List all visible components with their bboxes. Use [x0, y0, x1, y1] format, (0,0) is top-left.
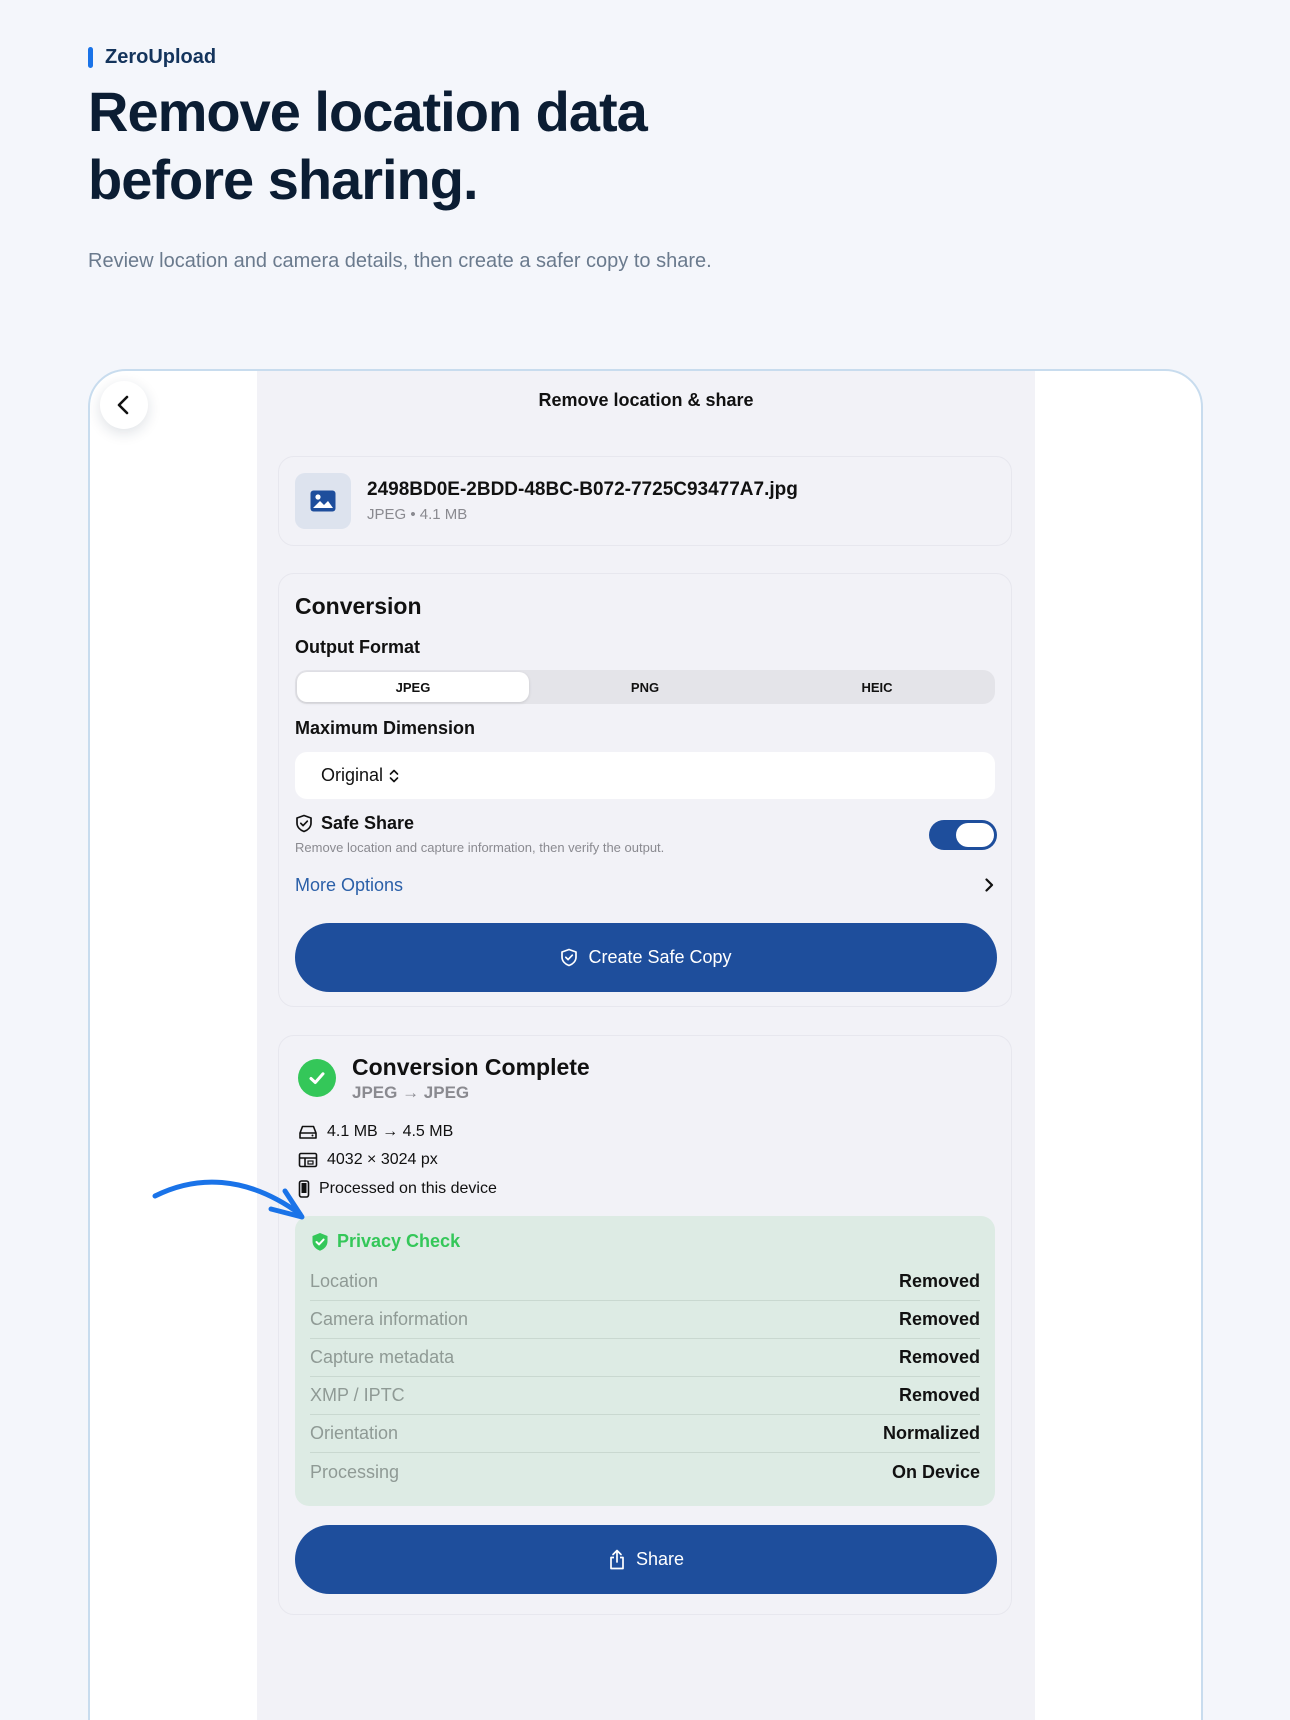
privacy-row-value: Removed	[898, 1271, 980, 1291]
shield-check-icon	[561, 948, 578, 967]
dimensions-icon	[298, 1152, 318, 1168]
size-change-text: 4.1 MB → 4.5 MB	[327, 1123, 454, 1140]
create-safe-copy-label: Create Safe Copy	[588, 947, 732, 967]
dimensions-text: 4032 × 3024 px	[327, 1151, 438, 1168]
image-icon	[310, 490, 336, 512]
share-button[interactable]: Share	[295, 1525, 997, 1594]
processed-row: Processed on this device	[298, 1180, 497, 1198]
device-frame: Remove location & share 2498BD0E-2BDD-48…	[88, 369, 1203, 1720]
brand-accent-bar	[88, 47, 93, 68]
chevron-up-down-icon	[389, 769, 399, 782]
shield-check-icon	[296, 814, 312, 833]
size-change-row: 4.1 MB → 4.5 MB	[298, 1123, 453, 1141]
app-screen: Remove location & share 2498BD0E-2BDD-48…	[257, 371, 1035, 1720]
conversion-complete-title: Conversion Complete	[352, 1054, 590, 1080]
privacy-row-key: Capture metadata	[310, 1347, 455, 1367]
privacy-row-camera: Camera information Removed	[310, 1301, 980, 1339]
format-option-jpeg[interactable]: JPEG	[297, 672, 529, 702]
chevron-right-icon	[985, 878, 994, 892]
max-dimension-value: Original	[321, 765, 384, 785]
privacy-row-location: Location Removed	[310, 1263, 980, 1301]
privacy-row-key: Processing	[310, 1461, 400, 1482]
success-badge	[298, 1059, 336, 1097]
drive-icon	[299, 1125, 317, 1139]
conversion-format-change: JPEG → JPEG	[352, 1083, 470, 1102]
processed-text: Processed on this device	[319, 1180, 497, 1197]
brand-name: ZeroUpload	[105, 46, 217, 68]
file-card: 2498BD0E-2BDD-48BC-B072-7725C93477A7.jpg…	[278, 456, 1012, 546]
arrow-annotation-icon	[152, 1179, 305, 1220]
safe-share-toggle[interactable]	[929, 820, 997, 850]
format-option-png[interactable]: PNG	[529, 672, 761, 702]
file-thumbnail	[295, 473, 351, 529]
privacy-row-key: Location	[310, 1271, 379, 1291]
privacy-row-value: Removed	[898, 1385, 980, 1405]
privacy-row-xmp: XMP / IPTC Removed	[310, 1377, 980, 1415]
share-label: Share	[635, 1549, 685, 1569]
toggle-knob	[956, 823, 994, 847]
safe-share-description: Remove location and capture information,…	[295, 840, 665, 855]
headline: Remove location data before sharing.	[88, 78, 848, 214]
privacy-row-key: Camera information	[310, 1309, 469, 1329]
create-safe-copy-button[interactable]: Create Safe Copy	[295, 923, 997, 992]
conversion-title: Conversion	[295, 593, 422, 619]
more-options-row[interactable]: More Options	[295, 873, 995, 897]
privacy-row-value: Removed	[898, 1309, 980, 1329]
checkmark-icon	[309, 1072, 325, 1084]
file-meta: JPEG • 4.1 MB	[367, 506, 468, 523]
privacy-row-key: XMP / IPTC	[310, 1385, 405, 1405]
max-dimension-label: Maximum Dimension	[295, 718, 476, 738]
subtitle: Review location and camera details, then…	[88, 250, 712, 272]
privacy-row-capture: Capture metadata Removed	[310, 1339, 980, 1377]
privacy-row-value: Normalized	[882, 1423, 980, 1443]
max-dimension-select[interactable]: Original	[295, 752, 995, 799]
more-options-label: More Options	[295, 874, 404, 895]
file-name: 2498BD0E-2BDD-48BC-B072-7725C93477A7.jpg	[367, 479, 798, 500]
privacy-row-key: Orientation	[310, 1423, 399, 1443]
safe-share-title: Safe Share	[321, 813, 415, 833]
brand: ZeroUpload	[88, 46, 216, 69]
conversion-card: Conversion Output Format JPEG PNG HEIC M…	[278, 573, 1012, 1007]
back-button[interactable]	[100, 381, 148, 429]
privacy-check-panel: Privacy Check Location Removed Camera in…	[295, 1216, 995, 1506]
conversion-complete-card: Conversion Complete JPEG → JPEG 4.1 MB →…	[278, 1035, 1012, 1615]
headline-line-2: before sharing.	[88, 148, 479, 211]
dimensions-row: 4032 × 3024 px	[298, 1151, 438, 1169]
output-format-label: Output Format	[295, 637, 420, 657]
privacy-row-value: On Device	[891, 1461, 980, 1482]
privacy-row-orientation: Orientation Normalized	[310, 1415, 980, 1453]
chevron-left-icon	[117, 395, 129, 415]
privacy-row-value: Removed	[898, 1347, 980, 1367]
headline-line-1: Remove location data	[88, 80, 648, 143]
privacy-row-processing: Processing On Device	[310, 1453, 980, 1491]
format-option-heic[interactable]: HEIC	[761, 672, 993, 702]
format-segmented-control: JPEG PNG HEIC	[295, 670, 995, 704]
shield-check-icon	[312, 1232, 328, 1251]
share-icon	[610, 1549, 624, 1570]
nav-title: Remove location & share	[538, 390, 754, 410]
safe-share-row: Safe Share	[295, 813, 414, 834]
privacy-check-title: Privacy Check	[337, 1231, 461, 1251]
privacy-check-header: Privacy Check	[311, 1231, 460, 1252]
